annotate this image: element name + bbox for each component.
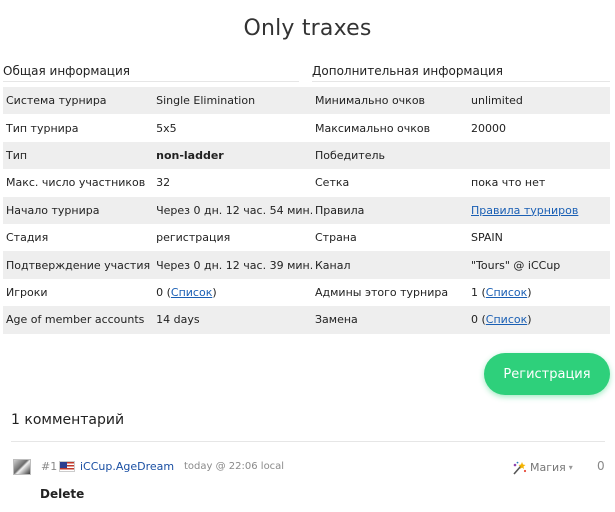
extra-info-row-label: Замена [312,306,468,334]
general-info-row: Макс. число участников 32 [3,169,317,197]
extra-info-heading: Дополнительная информация [312,62,610,82]
extra-info-value-text: 1 ( [471,285,486,299]
general-info-row-label: Игроки [3,278,154,307]
comment-timestamp: today @ 22:06 local [184,461,285,472]
general-info-section: Общая информация Система турнира Single E… [3,62,317,334]
general-info-row: Тип турнира 5x5 [3,114,317,142]
general-info-row-value: 32 [153,169,317,197]
general-info-value-text: 0 ( [156,285,171,299]
general-info-row-label: Макс. число участников [3,169,154,197]
comment-score: 0 [597,459,605,473]
extra-info-row-value: 1 (Список) [468,278,610,307]
extra-info-row: Канал "Tours" @ iCCup [312,251,610,279]
extra-info-row-value: SPAIN [468,223,610,252]
general-info-row-label: Стадия [3,223,154,252]
extra-info-value-suffix: ) [527,285,532,299]
tournament-page: Only traxes Общая информация Система тур… [0,0,615,512]
general-info-row-value: 0 (Список) [153,278,317,307]
general-info-table: Система турнира Single Elimination Тип тур… [3,87,317,334]
extra-info-row-value: "Tours" @ iCCup [468,251,610,279]
extra-info-row-label: Победитель [312,141,468,170]
extra-info-row-label: Канал [312,251,468,279]
chevron-down-icon: ▾ [568,462,573,472]
extra-info-value-text: 0 ( [471,313,486,327]
comment-item: #1 iCCup.AgeDream today @ 22:06 local Ма… [13,456,608,478]
extra-info-row-label: Минимально очков [312,87,468,115]
extra-info-list-link[interactable]: Правила турниров [471,204,578,217]
general-info-row-value: non-ladder [153,141,317,170]
extra-info-row-label: Максимально очков [312,114,468,142]
extra-info-row: Максимально очков 20000 [312,114,610,142]
general-info-row-value: 14 days [153,306,317,334]
general-info-row-label: Тип турнира [3,114,154,142]
extra-info-row: Победитель [312,141,610,170]
extra-info-value-suffix: ) [527,313,532,327]
general-info-list-link[interactable]: Список [171,286,212,299]
general-info-row: Age of member accounts 14 days [3,306,317,334]
general-info-row-label: Age of member accounts [3,306,154,334]
comment-author-link[interactable]: iCCup.AgeDream [80,460,174,473]
delete-comment-button[interactable]: Delete [40,487,84,501]
comment-number[interactable]: #1 [41,460,57,473]
general-info-row: Подтверждение участия Через 0 дн. 12 час.… [3,251,317,279]
general-info-row: Система турнира Single Elimination [3,87,317,115]
magic-wand-icon [511,460,527,475]
usa-flag-icon [59,461,75,472]
extra-info-row: Страна SPAIN [312,223,610,252]
extra-info-row-label: Страна [312,223,468,252]
extra-info-row-label: Админы этого турнира [312,278,468,307]
general-info-row-value: Через 0 дн. 12 час. 54 мин. [153,196,317,224]
page-title: Only traxes [243,16,372,41]
general-info-row-value: Single Elimination [153,87,317,115]
extra-info-row-value: 20000 [468,114,610,142]
general-info-row: Игроки 0 (Список) [3,278,317,307]
extra-info-row: Минимально очков unlimited [312,87,610,115]
extra-info-row-label: Сетка [312,169,468,197]
extra-info-row-label: Правила [312,196,468,224]
general-info-row-value: Через 0 дн. 12 час. 39 мин. [153,251,317,279]
extra-info-list-link[interactable]: Список [486,286,527,299]
extra-info-row: Правила Правила турниров [312,196,610,224]
extra-info-row-value: Правила турниров [468,196,610,224]
register-button[interactable]: Регистрация [484,353,610,395]
general-info-row: Стадия регистрация [3,223,317,252]
extra-info-row: Сетка пока что нет [312,169,610,197]
general-info-row-value: регистрация [153,223,317,252]
extra-info-row-value: пока что нет [468,169,610,197]
extra-info-row: Замена 0 (Список) [312,306,610,334]
general-info-row-value: 5x5 [153,114,317,142]
general-info-heading: Общая информация [3,62,299,82]
user-avatar[interactable] [13,459,31,475]
general-info-row-label: Система турнира [3,87,154,115]
comments-count-title: 1 комментарий [11,412,125,428]
general-info-row: Начало турнира Через 0 дн. 12 час. 54 мин… [3,196,317,224]
magic-vote-dropdown[interactable]: Магия ▾ [511,460,573,475]
general-info-row-label: Подтверждение участия [3,251,154,279]
extra-info-row: Админы этого турнира 1 (Список) [312,278,610,307]
general-info-value-suffix: ) [212,285,217,299]
extra-info-row-value: unlimited [468,87,610,115]
general-info-row: Тип non-ladder [3,141,317,170]
magic-label: Магия [530,460,566,474]
comments-divider [11,441,605,442]
extra-info-table: Минимально очков unlimited Максимально очк… [312,87,610,334]
extra-info-list-link[interactable]: Список [486,313,527,326]
general-info-row-label: Тип [3,141,154,170]
general-info-row-label: Начало турнира [3,196,154,224]
extra-info-row-value [468,141,610,170]
extra-info-section: Дополнительная информация Минимально очк… [312,62,610,334]
extra-info-row-value: 0 (Список) [468,306,610,334]
